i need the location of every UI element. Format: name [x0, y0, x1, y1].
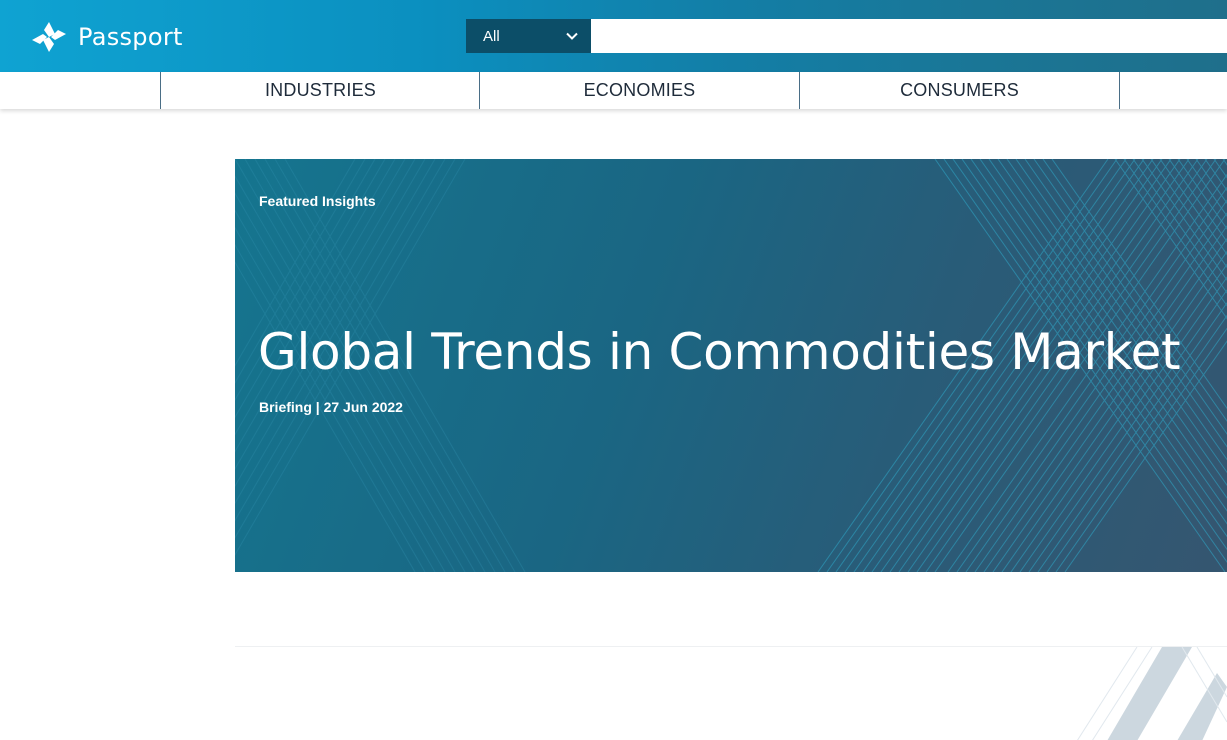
secondary-card[interactable] [235, 646, 1227, 740]
hero-title[interactable]: Global Trends in Commodities Market [258, 323, 1181, 381]
hero-kicker: Featured Insights [259, 193, 376, 209]
chevron-down-icon [566, 32, 578, 40]
nav-item-industries[interactable]: INDUSTRIES [160, 72, 480, 109]
brand-logo[interactable]: Passport [28, 18, 183, 56]
main-nav: INDUSTRIES ECONOMIES CONSUMERS [0, 72, 1227, 109]
search-scope-label: All [483, 27, 500, 45]
brand-name: Passport [78, 23, 183, 51]
search-scope-dropdown[interactable]: All [466, 19, 591, 53]
diamond-pattern [1077, 647, 1227, 740]
search-input[interactable] [591, 19, 1227, 53]
nav-item-consumers[interactable]: CONSUMERS [799, 72, 1119, 109]
hero-meta: Briefing | 27 Jun 2022 [259, 399, 403, 415]
nav-item-economies[interactable]: ECONOMIES [479, 72, 799, 109]
top-header: Passport All [0, 0, 1227, 72]
nav-divider [1119, 72, 1120, 109]
passport-logo-icon [32, 22, 66, 52]
featured-insight-banner[interactable]: Featured Insights Global Trends in Commo… [235, 159, 1227, 572]
